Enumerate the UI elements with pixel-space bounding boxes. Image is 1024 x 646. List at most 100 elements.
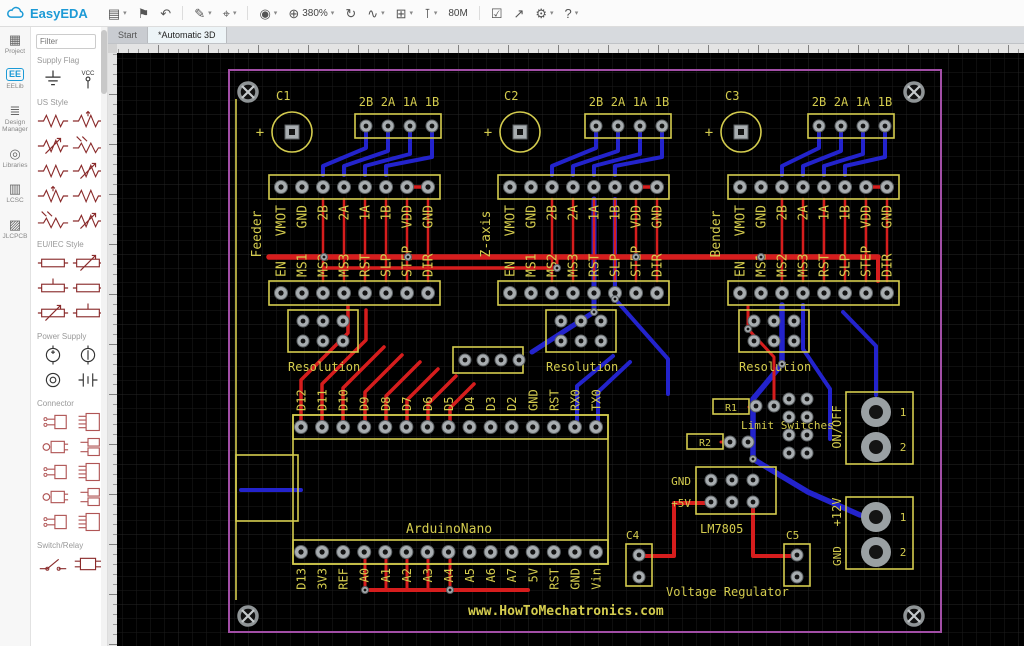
view-tool[interactable]: ◉ ▾: [254, 4, 282, 23]
cap-ref-label[interactable]: C3: [725, 89, 739, 103]
refresh-tool[interactable]: ↻: [340, 4, 361, 23]
driver-pin-label[interactable]: GND: [422, 205, 437, 229]
help[interactable]: ? ▾: [560, 4, 584, 23]
driver-name[interactable]: Feeder: [250, 210, 265, 257]
arduino-pin-label[interactable]: A0: [358, 568, 372, 582]
mounting-hole[interactable]: [237, 81, 259, 103]
arduino-pin-label[interactable]: RST: [547, 389, 561, 411]
symbol-src-battery[interactable]: [71, 368, 105, 392]
symbol-res-eu[interactable]: [36, 251, 70, 275]
draw-tool[interactable]: ✎ ▾: [189, 4, 216, 23]
header-pin-label[interactable]: 1B: [878, 95, 892, 109]
driver-pin-label[interactable]: MS1: [296, 254, 311, 277]
symbol-conn-4pin[interactable]: [71, 510, 105, 534]
driver-pin-label[interactable]: VMOT: [275, 205, 290, 236]
header-pin-label[interactable]: 2A: [611, 95, 626, 109]
symbol-conn-4pin[interactable]: [71, 460, 105, 484]
header-pin-label[interactable]: 1A: [633, 95, 648, 109]
symbol-switch-spst[interactable]: [36, 552, 70, 576]
arduino-pin-label[interactable]: D10: [337, 389, 351, 411]
driver-pin-label[interactable]: EN: [734, 261, 749, 277]
symbol-src-dual[interactable]: [36, 368, 70, 392]
symbol-res-us[interactable]: [36, 109, 70, 133]
voltage-regulator-label[interactable]: Voltage Regulator: [666, 585, 789, 599]
arduino-pin-label[interactable]: D6: [421, 397, 435, 411]
driver-pin-label[interactable]: GND: [296, 205, 311, 229]
driver-pin-label[interactable]: MS3: [797, 254, 812, 277]
symbol-res-eu-arrow[interactable]: [71, 251, 105, 275]
onoff-label[interactable]: ON/OFF: [830, 405, 844, 448]
sidebar-item-project[interactable]: ▦ Project: [0, 33, 30, 55]
driver-pin-label[interactable]: 1A: [359, 205, 374, 221]
driver-pin-label[interactable]: SLP: [609, 253, 624, 277]
measure-tool[interactable]: ⊺ ▾: [419, 4, 442, 23]
header-pin-label[interactable]: 2B: [812, 95, 826, 109]
arduino-pin-label[interactable]: TX0: [589, 389, 603, 411]
driver-pin-label[interactable]: RST: [818, 253, 833, 277]
header-pin-label[interactable]: 2B: [589, 95, 603, 109]
driver-pin-label[interactable]: GND: [881, 205, 896, 229]
driver-name[interactable]: Bender: [709, 210, 724, 257]
header-pin-label[interactable]: 2A: [381, 95, 396, 109]
arduino-pin-label[interactable]: D3: [484, 397, 498, 411]
driver-pin-label[interactable]: 2B: [546, 205, 561, 221]
driver-pin-label[interactable]: RST: [359, 253, 374, 277]
driver-pin-label[interactable]: 1B: [380, 205, 395, 221]
symbol-vcc[interactable]: VCC: [71, 67, 105, 91]
mounting-hole[interactable]: [903, 81, 925, 103]
symbol-conn-terminal[interactable]: [71, 435, 105, 459]
mounting-hole[interactable]: [903, 605, 925, 627]
file-menu[interactable]: ▤ ▾: [103, 4, 132, 23]
symbol-conn-jack[interactable]: [36, 485, 70, 509]
driver-pin-label[interactable]: 2A: [567, 205, 582, 221]
cap-ref-label[interactable]: C1: [276, 89, 290, 103]
symbol-res-us-t[interactable]: [71, 109, 105, 133]
settings[interactable]: ⚙ ▾: [530, 4, 558, 23]
symbol-res-us-arrow[interactable]: [71, 209, 105, 233]
symbol-res-eu-arrow[interactable]: [36, 301, 70, 325]
route-tool[interactable]: ∿ ▾: [362, 4, 389, 23]
undo[interactable]: ↶: [155, 4, 176, 23]
arduino-pin-label[interactable]: D9: [358, 397, 372, 411]
pcb-canvas[interactable]: R1 R2 Limit Switches ON/OFF +12V GND 1 2…: [108, 44, 1024, 646]
header-pin-label[interactable]: 1A: [856, 95, 871, 109]
cap-polarity-label[interactable]: +: [484, 125, 492, 141]
zoom-tool[interactable]: ⊕ 380% ▾: [283, 4, 339, 23]
symbol-res-eu-t[interactable]: [36, 276, 70, 300]
lm7805-label[interactable]: LM7805: [700, 522, 743, 536]
symbol-res-us[interactable]: [36, 159, 70, 183]
driver-pin-label[interactable]: GND: [755, 205, 770, 229]
symbol-res-eu[interactable]: [71, 276, 105, 300]
arduino-pin-label[interactable]: GND: [526, 389, 540, 411]
symbol-conn-2pin[interactable]: [36, 460, 70, 484]
symbol-res-eu-t[interactable]: [71, 301, 105, 325]
driver-pin-label[interactable]: EN: [504, 261, 519, 277]
easyeda-logo[interactable]: EasyEDA: [6, 6, 88, 21]
driver-pin-label[interactable]: DIR: [422, 253, 437, 277]
arduino-pin-label[interactable]: RX0: [568, 389, 582, 411]
tab-automatic-3d[interactable]: *Automatic 3D: [148, 27, 227, 43]
arduino-pin-label[interactable]: A5: [463, 568, 477, 582]
driver-pin-label[interactable]: GND: [525, 205, 540, 229]
arduino-pin-label[interactable]: A4: [442, 568, 456, 582]
driver-pin-label[interactable]: MS2: [776, 254, 791, 277]
arduino-pin-label[interactable]: D2: [505, 397, 519, 411]
share-tool[interactable]: ↗: [508, 4, 529, 23]
driver-pin-label[interactable]: STEP: [401, 246, 416, 277]
resolution-label[interactable]: Resolution: [546, 360, 618, 374]
website-text[interactable]: www.HowToMechatronics.com: [468, 604, 664, 619]
driver-pin-label[interactable]: 2B: [776, 205, 791, 221]
resolution-label[interactable]: Resolution: [739, 360, 811, 374]
header-pin-label[interactable]: 2A: [834, 95, 849, 109]
driver-pin-label[interactable]: VDD: [401, 205, 416, 229]
arduino-pin-label[interactable]: A3: [421, 568, 435, 582]
driver-pin-label[interactable]: MS1: [525, 254, 540, 277]
sidebar-item-jlcpcb[interactable]: ▨ JLCPCB: [0, 218, 30, 240]
sidebar-scrollbar[interactable]: [101, 27, 107, 646]
arduino-pin-label[interactable]: REF: [337, 568, 351, 590]
driver-pin-label[interactable]: MS3: [338, 254, 353, 277]
arduino-pin-label[interactable]: A7: [505, 568, 519, 582]
driver-pin-label[interactable]: VDD: [630, 205, 645, 229]
c5-label[interactable]: C5: [786, 529, 799, 542]
driver-pin-label[interactable]: MS3: [567, 254, 582, 277]
